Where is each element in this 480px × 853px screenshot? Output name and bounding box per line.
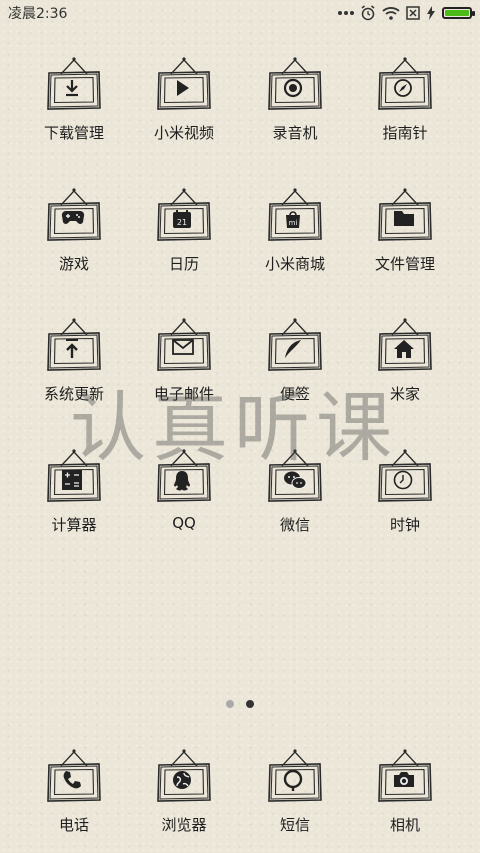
picture-frame-icon [374, 313, 436, 375]
picture-frame-icon [374, 744, 436, 806]
page-dot-1[interactable] [226, 700, 234, 708]
app-label: 时钟 [389, 516, 420, 534]
mi-store-icon: mi [282, 208, 308, 230]
app-label: 便签 [279, 385, 310, 403]
app-label: 相机 [389, 816, 420, 834]
app-qq[interactable]: QQ [129, 444, 239, 532]
app-label: 系统更新 [43, 385, 104, 403]
app-play[interactable]: 小米视频 [129, 52, 239, 143]
wechat-icon [282, 469, 308, 491]
app-label: 微信 [279, 516, 310, 534]
feather-icon [282, 338, 308, 360]
more-dots-icon [338, 10, 354, 16]
app-browser[interactable]: 浏览器 [129, 744, 239, 835]
home-icon [392, 338, 418, 360]
picture-frame-icon [264, 52, 326, 114]
app-label: 小米视频 [153, 124, 214, 142]
app-label: 游戏 [58, 255, 89, 273]
app-home[interactable]: 米家 [350, 313, 460, 404]
page-indicator[interactable] [0, 700, 480, 708]
picture-frame-icon [264, 444, 326, 506]
status-time: 凌晨2:36 [8, 6, 68, 22]
download-icon [61, 77, 87, 99]
picture-frame-icon [43, 313, 105, 375]
app-phone[interactable]: 电话 [19, 744, 129, 835]
app-compass[interactable]: 指南针 [350, 52, 460, 143]
app-mi-store[interactable]: mi 小米商城 [240, 183, 350, 274]
picture-frame-icon [264, 744, 326, 806]
calculator-icon [61, 469, 87, 491]
picture-frame-icon [153, 444, 215, 506]
app-folder[interactable]: 文件管理 [350, 183, 460, 274]
picture-frame-icon [43, 183, 105, 245]
app-calendar[interactable]: 21 日历 [129, 183, 239, 274]
play-icon [171, 77, 197, 99]
camera-icon [392, 769, 418, 791]
picture-frame-icon [153, 52, 215, 114]
picture-frame-icon [153, 744, 215, 806]
app-label: 浏览器 [161, 816, 207, 834]
app-mail[interactable]: 电子邮件 [129, 313, 239, 404]
mail-icon [171, 338, 197, 360]
battery-icon [442, 7, 475, 19]
app-gamepad[interactable]: 游戏 [19, 183, 129, 274]
status-icons [338, 5, 475, 21]
app-feather[interactable]: 便签 [240, 313, 350, 404]
svg-text:mi: mi [289, 219, 298, 227]
app-label: 小米商城 [264, 255, 325, 273]
folder-icon [392, 208, 418, 230]
qq-icon [171, 469, 197, 491]
app-label: 日历 [168, 255, 199, 273]
app-label: 短信 [279, 816, 310, 834]
wifi-icon [382, 6, 400, 20]
status-bar: 凌晨2:36 [0, 0, 480, 26]
app-message[interactable]: 短信 [240, 744, 350, 835]
record-icon [282, 77, 308, 99]
picture-frame-icon [43, 744, 105, 806]
svg-text:21: 21 [177, 218, 187, 227]
app-label: 文件管理 [374, 255, 435, 273]
app-label: 指南针 [382, 124, 428, 142]
alarm-icon [360, 5, 376, 21]
app-update[interactable]: 系统更新 [19, 313, 129, 404]
app-label: 录音机 [272, 124, 318, 142]
charging-icon [426, 6, 436, 20]
app-calculator[interactable]: 计算器 [19, 444, 129, 535]
app-label: 计算器 [51, 516, 97, 534]
page-dot-2[interactable] [246, 700, 254, 708]
app-label: 下载管理 [43, 124, 104, 142]
picture-frame-icon [43, 444, 105, 506]
picture-frame-icon [374, 52, 436, 114]
message-icon [282, 769, 308, 791]
app-record[interactable]: 录音机 [240, 52, 350, 143]
app-label: QQ [172, 514, 196, 532]
compass-icon [392, 77, 418, 99]
app-camera[interactable]: 相机 [350, 744, 460, 835]
picture-frame-icon: mi [264, 183, 326, 245]
picture-frame-icon [43, 52, 105, 114]
picture-frame-icon [264, 313, 326, 375]
picture-frame-icon: 21 [153, 183, 215, 245]
picture-frame-icon [374, 444, 436, 506]
browser-icon [171, 769, 197, 791]
app-label: 电子邮件 [153, 385, 214, 403]
picture-frame-icon [153, 313, 215, 375]
gamepad-icon [61, 208, 87, 230]
update-icon [61, 338, 87, 360]
no-sim-icon [406, 6, 420, 20]
battery-fill [445, 10, 469, 16]
app-wechat[interactable]: 微信 [240, 444, 350, 535]
app-label: 电话 [58, 816, 89, 834]
app-label: 米家 [389, 385, 420, 403]
phone-icon [61, 769, 87, 791]
app-clock[interactable]: 时钟 [350, 444, 460, 535]
clock-icon [392, 469, 418, 491]
app-download[interactable]: 下载管理 [19, 52, 129, 143]
calendar-icon: 21 [171, 208, 197, 230]
picture-frame-icon [374, 183, 436, 245]
